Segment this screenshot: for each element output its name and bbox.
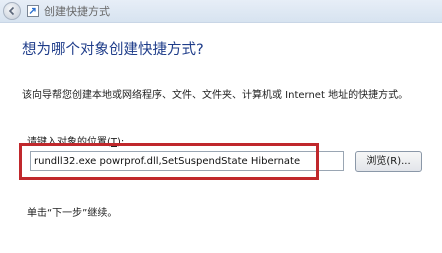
page-heading: 想为哪个对象创建快捷方式? — [22, 42, 204, 58]
location-input[interactable] — [30, 151, 344, 171]
browse-button[interactable]: 浏览(R)... — [355, 151, 422, 172]
shortcut-icon — [27, 5, 39, 17]
wizard-description: 该向导帮您创建本地或网络程序、文件、文件夹、计算机或 Internet 地址的快… — [22, 90, 409, 101]
back-arrow-icon — [8, 6, 15, 16]
window-title: 创建快捷方式 — [44, 5, 110, 18]
location-label-prefix: 请键入对象的位置( — [27, 137, 111, 148]
back-button[interactable] — [3, 2, 21, 20]
next-step-hint: 单击“下一步”继续。 — [27, 208, 118, 219]
location-label: 请键入对象的位置(T): — [27, 133, 124, 148]
location-label-suffix: ): — [117, 137, 125, 148]
title-bar: 创建快捷方式 — [0, 0, 442, 23]
